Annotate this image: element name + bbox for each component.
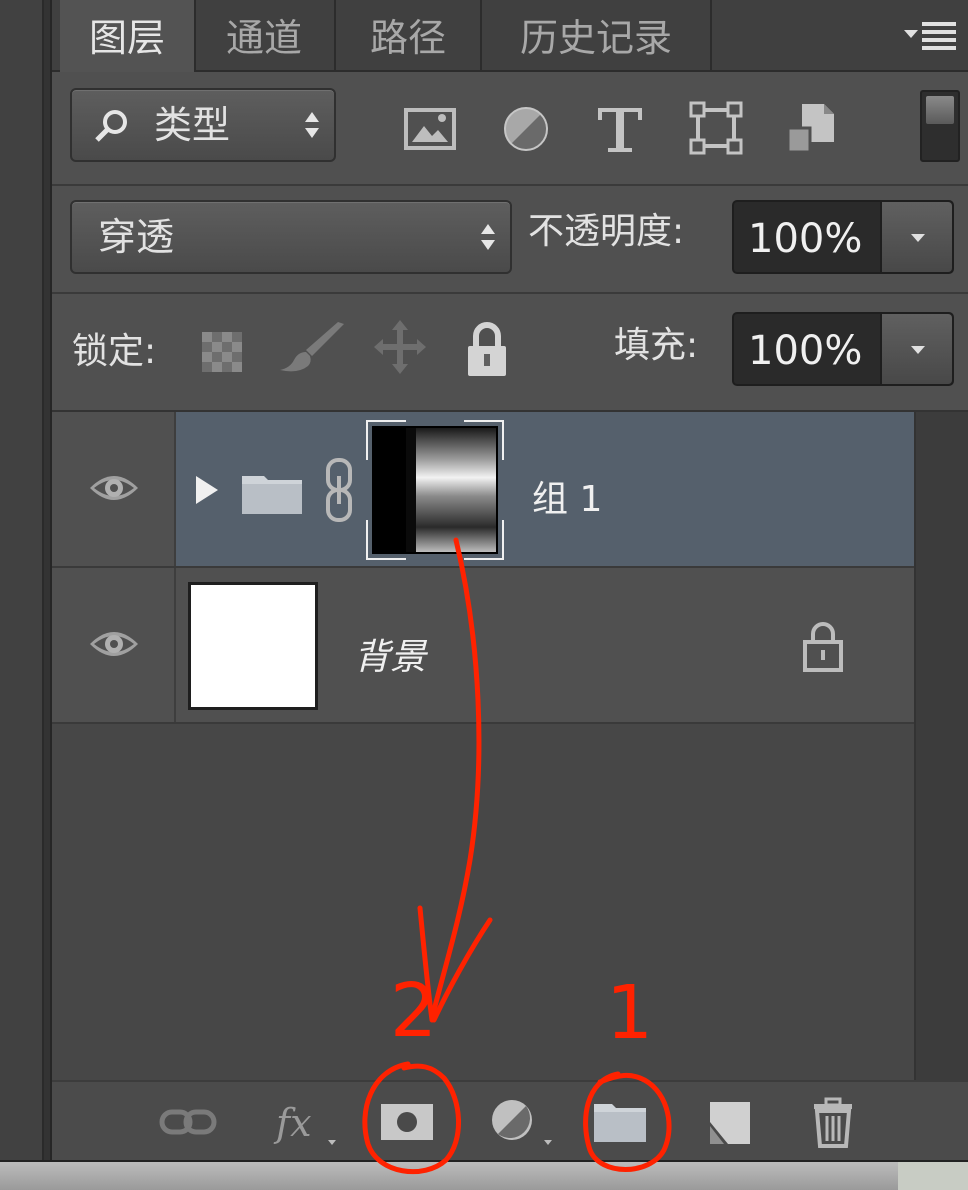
eye-icon[interactable]: [88, 470, 140, 506]
layer-thumbnail-background[interactable]: [188, 582, 318, 710]
lock-all-icon[interactable]: [464, 320, 510, 380]
filter-adjustment-layers-icon[interactable]: [496, 98, 556, 158]
lock-position-move-icon[interactable]: [372, 318, 428, 376]
layer-name-group-1[interactable]: 组 1: [532, 470, 602, 522]
opacity-value[interactable]: 100%: [748, 202, 862, 276]
filter-type-layers-icon[interactable]: [590, 98, 650, 158]
lock-transparent-pixels-icon[interactable]: [198, 322, 250, 374]
panel-tab-bar: 图层 通道 路径 历史记录: [52, 0, 968, 72]
new-layer-icon[interactable]: [702, 1096, 754, 1148]
new-group-folder-icon[interactable]: [592, 1096, 648, 1148]
tab-channels[interactable]: 通道: [194, 0, 336, 70]
layers-scrollbar[interactable]: [914, 412, 968, 1080]
fill-field[interactable]: 100%: [732, 312, 954, 386]
lock-label: 锁定:: [72, 331, 157, 372]
svg-text:fx: fx: [273, 1101, 312, 1145]
filter-toggle-switch[interactable]: [920, 90, 960, 162]
filter-kind-select[interactable]: 类型: [70, 88, 336, 162]
layer-row-group-1[interactable]: 组 1: [52, 412, 914, 568]
tab-layers[interactable]: 图层: [60, 0, 196, 72]
lock-image-pixels-brush-icon[interactable]: [278, 322, 348, 374]
delete-layer-trash-icon[interactable]: [808, 1096, 858, 1148]
layers-bottom-toolbar: fx: [52, 1080, 968, 1162]
tab-paths[interactable]: 路径: [336, 0, 482, 70]
link-layers-icon[interactable]: [158, 1096, 218, 1148]
layer-style-fx-icon[interactable]: fx: [272, 1096, 342, 1148]
updown-arrows-icon: [481, 224, 495, 250]
blend-row: 穿透 不透明度: 100%: [52, 186, 968, 294]
filter-toggle-knob: [926, 96, 954, 124]
eye-icon[interactable]: [88, 626, 140, 662]
add-layer-mask-icon[interactable]: [378, 1096, 436, 1148]
new-adjustment-layer-icon[interactable]: [486, 1096, 558, 1148]
lock-row: 锁定: 填充: 100%: [52, 294, 968, 412]
visibility-cell[interactable]: [52, 412, 176, 566]
layer-mask-thumbnail[interactable]: [364, 418, 506, 562]
opacity-label: 不透明度:: [528, 211, 685, 252]
blend-mode-select[interactable]: 穿透: [70, 200, 512, 274]
opacity-dropdown-button[interactable]: [880, 202, 952, 272]
filter-kind-label: 类型: [154, 103, 231, 147]
filter-pixel-layers-icon[interactable]: [400, 98, 460, 158]
fill-dropdown-button[interactable]: [880, 314, 952, 384]
fill-label: 填充:: [614, 325, 699, 366]
expand-triangle-icon[interactable]: [194, 474, 220, 506]
visibility-cell[interactable]: [52, 568, 176, 722]
layer-row-background[interactable]: 背景: [52, 568, 914, 724]
folder-icon: [242, 476, 302, 514]
tab-history[interactable]: 历史记录: [482, 0, 712, 70]
status-bar: [0, 1160, 968, 1190]
panel-menu-icon[interactable]: [902, 18, 958, 54]
mask-link-chain-icon[interactable]: [322, 458, 356, 522]
layers-panel: 图层 通道 路径 历史记录 类型 穿透 不透明度: 100% 锁定: 填充: 1…: [52, 0, 968, 1162]
updown-arrows-icon: [305, 112, 319, 138]
document-edge: [0, 0, 44, 1160]
panel-divider[interactable]: [44, 0, 52, 1160]
search-icon: [95, 110, 127, 142]
status-bar-end: [898, 1162, 968, 1190]
filter-smart-objects-icon[interactable]: [780, 98, 840, 158]
layer-name-background[interactable]: 背景: [354, 628, 426, 680]
opacity-field[interactable]: 100%: [732, 200, 954, 274]
filter-shape-layers-icon[interactable]: [686, 98, 746, 158]
layer-filter-row: 类型: [52, 72, 968, 186]
layers-list[interactable]: 组 1 背景: [52, 412, 914, 1080]
fill-value[interactable]: 100%: [748, 314, 862, 388]
layer-lock-icon: [803, 622, 843, 672]
blend-mode-label: 穿透: [98, 215, 175, 259]
